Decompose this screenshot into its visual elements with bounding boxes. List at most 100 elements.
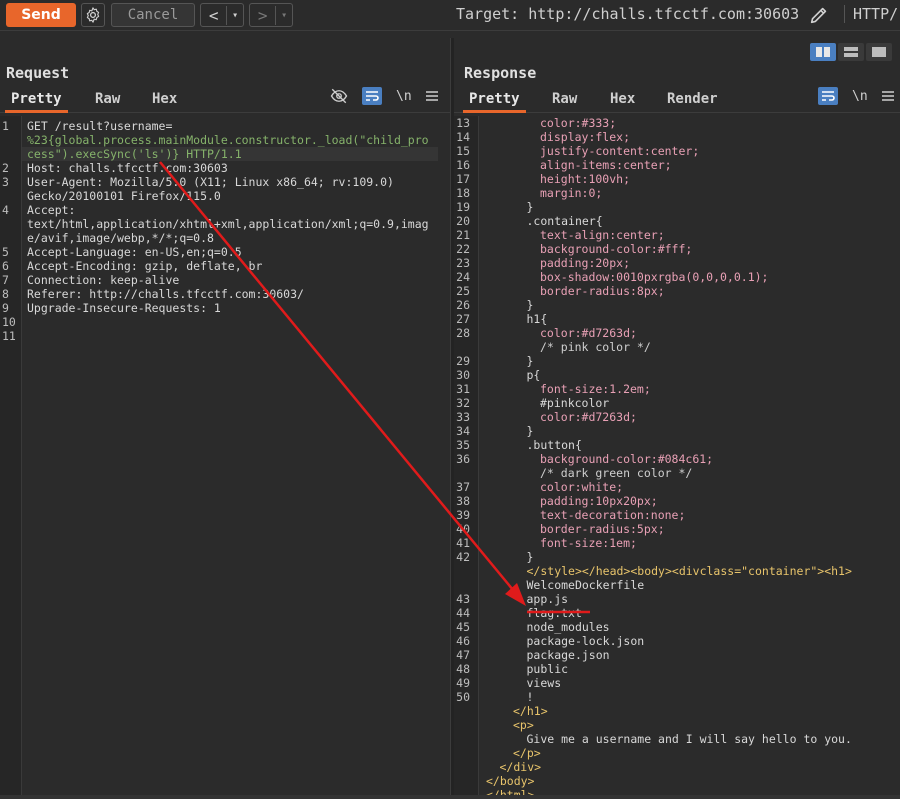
line-number: 48: [456, 662, 470, 676]
request-line: e/avif,image/webp,*/*;q=0.8: [27, 231, 214, 245]
line-number: 36: [456, 452, 470, 466]
line-number: 5: [2, 245, 9, 259]
request-line: Gecko/20100101 Firefox/115.0: [27, 189, 221, 203]
line-number: 2: [2, 161, 9, 175]
newline-toggle[interactable]: \n: [852, 89, 868, 104]
tab-render[interactable]: Render: [667, 91, 718, 107]
line-number: 13: [456, 116, 470, 130]
back-button[interactable]: < ▾: [200, 3, 244, 27]
send-button[interactable]: Send: [6, 3, 76, 27]
line-number: 25: [456, 284, 470, 298]
response-title: Response: [464, 64, 537, 82]
request-line: text/html,application/xhtml+xml,applicat…: [27, 217, 429, 231]
response-line: margin:0;: [540, 186, 603, 200]
wrap-toggle-button[interactable]: [362, 87, 382, 105]
line-number: 24: [456, 270, 470, 284]
menu-button[interactable]: [425, 87, 438, 105]
line-number: 11: [2, 329, 16, 343]
response-line: display:flex;: [540, 130, 631, 144]
response-line: color:#d7263d;: [540, 410, 637, 424]
tab-raw[interactable]: Raw: [95, 91, 120, 107]
response-line: align-items:center;: [540, 158, 672, 172]
line-number: 14: [456, 130, 470, 144]
request-line: Referer: http://challs.tfcctf.com:30603/: [27, 287, 304, 301]
line-number: 40: [456, 522, 470, 536]
chevron-down-icon[interactable]: ▾: [227, 10, 243, 21]
tab-pretty[interactable]: Pretty: [463, 91, 526, 113]
line-number: 4: [2, 203, 9, 217]
response-line: WelcomeDockerfile: [526, 578, 645, 592]
request-line: Upgrade-Insecure-Requests: 1: [27, 301, 221, 315]
line-number: 46: [456, 634, 470, 648]
response-line: h1{: [526, 312, 548, 326]
response-line: node_modules: [526, 620, 610, 634]
forward-arrow-icon: >: [250, 5, 277, 25]
response-line: }: [526, 550, 534, 564]
line-number: 10: [2, 315, 16, 329]
response-line: text-decoration:none;: [540, 508, 686, 522]
response-line: views: [526, 676, 562, 690]
response-line: box-shadow:0010pxrgba(0,0,0,0.1);: [540, 270, 769, 284]
rows-icon: [844, 47, 858, 57]
horizontal-scrollbar[interactable]: [0, 795, 900, 799]
line-number: 21: [456, 228, 470, 242]
http-version-selector[interactable]: HTTP/: [844, 5, 898, 23]
line-number: 6: [2, 259, 9, 273]
line-number: 29: [456, 354, 470, 368]
request-tabs: Pretty Raw Hex \n: [0, 87, 450, 113]
line-number: 39: [456, 508, 470, 522]
response-line: .container{: [526, 214, 603, 228]
response-line: /* dark green color */: [540, 466, 693, 480]
response-line: color:#d7263d;: [540, 326, 637, 340]
back-arrow-icon: <: [201, 5, 228, 25]
response-line: </p>: [513, 746, 541, 760]
request-title: Request: [6, 64, 70, 82]
line-number: 47: [456, 648, 470, 662]
wrap-lines-icon: [366, 91, 379, 101]
response-line: app.js: [526, 592, 569, 606]
request-pane: Request Pretty Raw Hex \n 1 GET /result?…: [0, 58, 450, 799]
settings-button[interactable]: [81, 3, 105, 27]
line-number: 8: [2, 287, 9, 301]
response-line: }: [526, 424, 534, 438]
newline-toggle[interactable]: \n: [396, 89, 412, 104]
eye-off-icon: [330, 88, 348, 104]
response-line: background-color:#084c61;: [540, 452, 714, 466]
request-line: Accept-Encoding: gzip, deflate, br: [27, 259, 263, 273]
response-line: color:white;: [540, 480, 624, 494]
menu-button[interactable]: [881, 87, 894, 105]
response-line: padding:10px20px;: [540, 494, 658, 508]
request-line: GET /result?username=: [27, 119, 173, 133]
response-line: /* pink color */: [540, 340, 651, 354]
tab-hex[interactable]: Hex: [610, 91, 635, 107]
forward-button[interactable]: > ▾: [249, 3, 293, 27]
response-line: }: [526, 200, 534, 214]
line-number: 16: [456, 158, 470, 172]
line-number: 28: [456, 326, 470, 340]
response-tabs: Pretty Raw Hex Render \n: [454, 87, 900, 113]
line-number: 17: [456, 172, 470, 186]
response-line: height:100vh;: [540, 172, 631, 186]
tab-raw[interactable]: Raw: [552, 91, 577, 107]
cancel-button[interactable]: Cancel: [111, 3, 195, 27]
line-number: 32: [456, 396, 470, 410]
line-number: 49: [456, 676, 470, 690]
response-line: border-radius:8px;: [540, 284, 665, 298]
request-line: Accept:: [27, 203, 76, 217]
line-number: 50: [456, 690, 470, 704]
square-icon: [872, 47, 886, 57]
response-editor[interactable]: 13 color:#333; 14 display:flex; 15 justify-co…: [454, 116, 900, 799]
chevron-down-icon[interactable]: ▾: [276, 10, 292, 21]
tab-pretty[interactable]: Pretty: [5, 91, 68, 113]
edit-target-button[interactable]: [808, 4, 830, 30]
request-gutter: [0, 116, 22, 799]
tab-hex[interactable]: Hex: [152, 91, 177, 107]
hide-button[interactable]: [330, 87, 348, 105]
wrap-toggle-button[interactable]: [818, 87, 838, 105]
line-number: 15: [456, 144, 470, 158]
line-number: 3: [2, 175, 9, 189]
line-number: 19: [456, 200, 470, 214]
response-line: Give me a username and I will say hello …: [526, 732, 852, 746]
response-line: text-align:center;: [540, 228, 665, 242]
request-editor[interactable]: 1 GET /result?username= %23{global.process…: [0, 116, 450, 799]
